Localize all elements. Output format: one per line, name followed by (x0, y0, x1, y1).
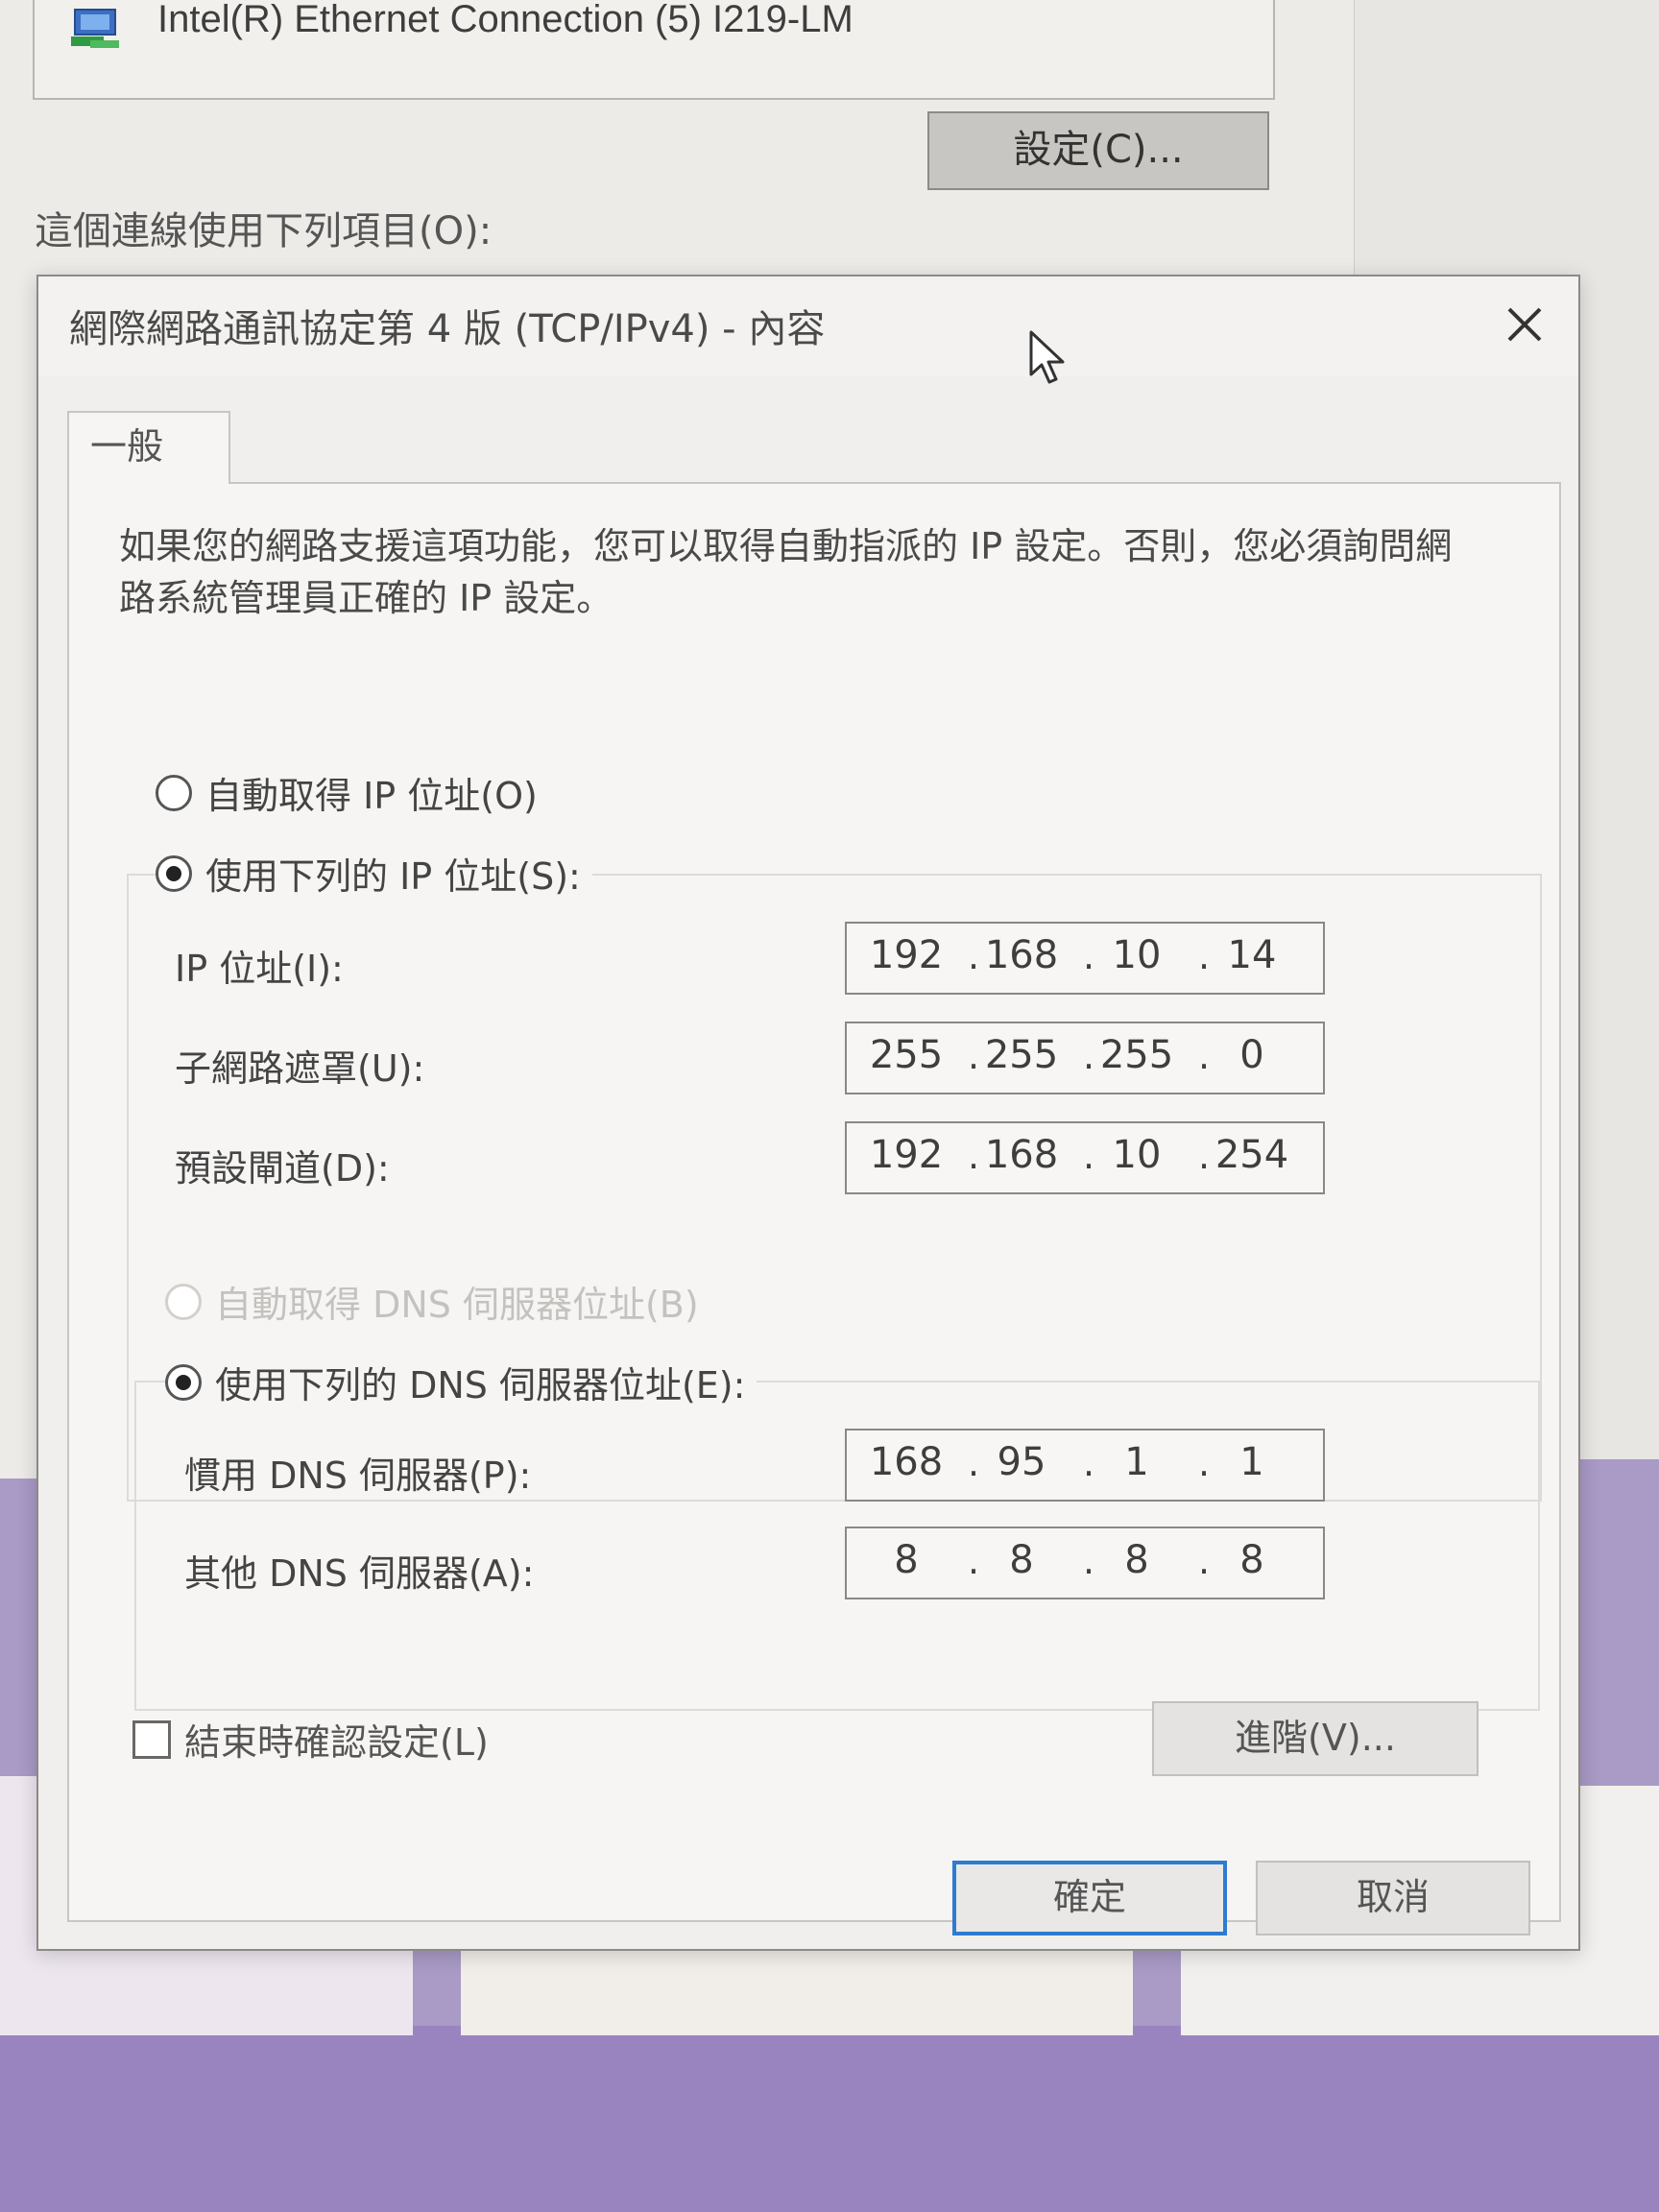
close-button[interactable] (1467, 276, 1578, 373)
ip-address-label: IP 位址(I): (175, 948, 344, 990)
alternate-dns-field[interactable]: 8 . 8 . 8 . 8 (845, 1527, 1325, 1599)
ip-octet-3: 10 (1112, 933, 1162, 977)
preferred-dns-label: 慣用 DNS 伺服器(P): (184, 1455, 532, 1497)
mouse-cursor-icon (1029, 330, 1068, 392)
mask-octet-4: 0 (1239, 1033, 1264, 1077)
validate-on-exit[interactable]: 結束時確認設定(L) (132, 1713, 489, 1766)
adns-octet-3: 8 (1124, 1538, 1149, 1582)
radio-auto-ip-button[interactable] (156, 774, 192, 811)
subnet-mask-field[interactable]: 255 . 255 . 255 . 0 (845, 1022, 1325, 1094)
radio-manual-dns-button[interactable] (165, 1363, 202, 1401)
close-icon (1507, 307, 1542, 342)
mask-octet-1: 255 (869, 1033, 944, 1077)
pdns-octet-1: 168 (869, 1440, 944, 1484)
default-gateway-field[interactable]: 192 . 168 . 10 . 254 (845, 1121, 1325, 1194)
tcpipv4-properties-dialog: 網際網路通訊協定第 4 版 (TCP/IPv4) - 內容 一般 如果您的網路支… (36, 275, 1580, 1951)
radio-manual-dns[interactable]: 使用下列的 DNS 伺服器位址(E): (165, 1356, 757, 1408)
mask-octet-2: 255 (984, 1033, 1059, 1077)
radio-auto-dns: 自動取得 DNS 伺服器位址(B) (165, 1275, 699, 1328)
validate-on-exit-checkbox[interactable] (132, 1719, 171, 1759)
cancel-button[interactable]: 取消 (1256, 1861, 1530, 1936)
description-text: 如果您的網路支援這項功能，您可以取得自動指派的 IP 設定。否則，您必須詢問網路… (119, 525, 1453, 619)
alternate-dns-label: 其他 DNS 伺服器(A): (184, 1552, 535, 1595)
tab-general[interactable]: 一般 (67, 411, 230, 484)
ok-button[interactable]: 確定 (952, 1861, 1227, 1936)
ip-address-field[interactable]: 192 . 168 . 10 . 14 (845, 922, 1325, 995)
radio-auto-ip-label: 自動取得 IP 位址(O) (205, 775, 538, 817)
preferred-dns-field[interactable]: 168 . 95 . 1 . 1 (845, 1429, 1325, 1502)
desktop-wallpaper-lower (0, 2026, 1659, 2212)
ip-octet-2: 168 (984, 933, 1059, 977)
connection-items-label: 這個連線使用下列項目(O): (35, 209, 493, 253)
adns-octet-1: 8 (894, 1538, 919, 1582)
adns-octet-2: 8 (1009, 1538, 1034, 1582)
radio-auto-dns-label: 自動取得 DNS 伺服器位址(B) (215, 1284, 699, 1326)
gateway-octet-3: 10 (1112, 1133, 1162, 1177)
adapter-name: Intel(R) Ethernet Connection (5) I219-LM (157, 0, 854, 40)
ip-octet-4: 14 (1227, 933, 1277, 977)
configure-button[interactable]: 設定(C)... (927, 111, 1269, 190)
subnet-mask-label: 子網路遮罩(U): (175, 1047, 425, 1090)
radio-auto-dns-button (165, 1283, 202, 1320)
advanced-button[interactable]: 進階(V)... (1152, 1701, 1479, 1776)
radio-auto-ip[interactable]: 自動取得 IP 位址(O) (156, 766, 538, 819)
radio-manual-ip-label: 使用下列的 IP 位址(S): (205, 855, 581, 898)
gateway-octet-4: 254 (1214, 1133, 1289, 1177)
default-gateway-label: 預設閘道(D): (175, 1147, 390, 1190)
adns-octet-4: 8 (1239, 1538, 1264, 1582)
mask-octet-3: 255 (1099, 1033, 1174, 1077)
ip-octet-1: 192 (869, 933, 944, 977)
validate-on-exit-label: 結束時確認設定(L) (184, 1721, 489, 1764)
pdns-octet-4: 1 (1239, 1440, 1264, 1484)
radio-manual-ip[interactable]: 使用下列的 IP 位址(S): (156, 847, 592, 900)
network-adapter-icon (67, 6, 125, 54)
radio-manual-ip-button[interactable] (156, 854, 192, 892)
dialog-titlebar[interactable]: 網際網路通訊協定第 4 版 (TCP/IPv4) - 內容 (38, 276, 1578, 384)
adapter-box: Intel(R) Ethernet Connection (5) I219-LM (33, 0, 1275, 100)
gateway-octet-1: 192 (869, 1133, 944, 1177)
dialog-title: 網際網路通訊協定第 4 版 (TCP/IPv4) - 內容 (69, 307, 826, 351)
gateway-octet-2: 168 (984, 1133, 1059, 1177)
pdns-octet-3: 1 (1124, 1440, 1149, 1484)
radio-manual-dns-label: 使用下列的 DNS 伺服器位址(E): (215, 1364, 746, 1407)
pdns-octet-2: 95 (997, 1440, 1046, 1484)
